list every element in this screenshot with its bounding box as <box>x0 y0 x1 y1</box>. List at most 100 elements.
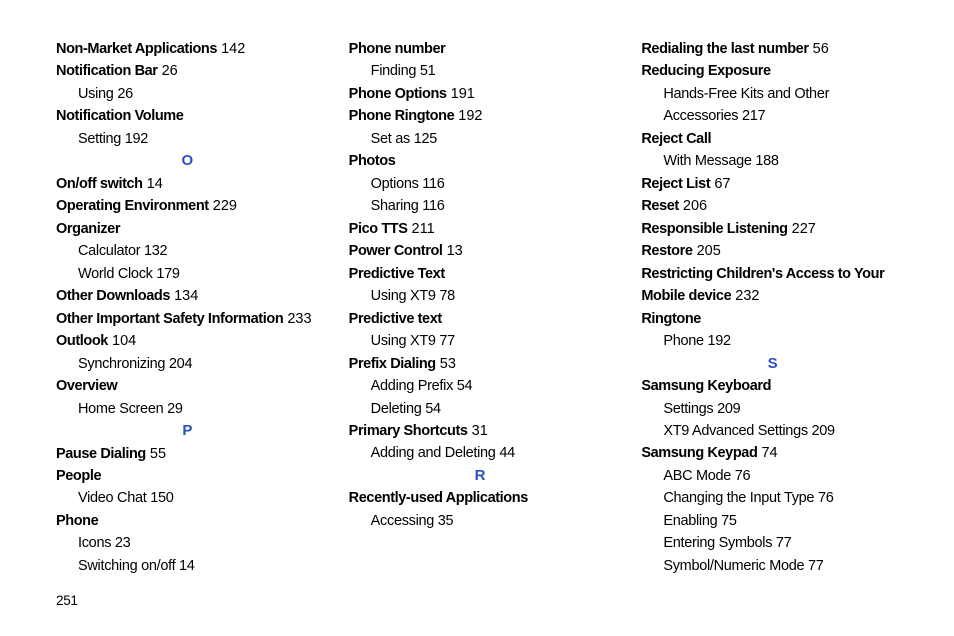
index-topic-label: Non-Market Applications <box>56 41 217 57</box>
index-subtopic[interactable]: Changing the Input Type 76 <box>641 487 904 509</box>
index-topic[interactable]: Restricting Children's Access to Your Mo… <box>641 263 904 308</box>
index-topic[interactable]: Outlook 104 <box>56 330 319 352</box>
index-subtopic[interactable]: Options 116 <box>349 173 612 195</box>
index-subtopic[interactable]: Entering Symbols 77 <box>641 532 904 554</box>
index-subtopic[interactable]: Set as 125 <box>349 128 612 150</box>
index-topic[interactable]: Pause Dialing 55 <box>56 443 319 465</box>
index-topic-label: Responsible Listening <box>641 221 787 237</box>
index-topic-label: Reset <box>641 198 679 214</box>
index-subtopic[interactable]: With Message 188 <box>641 150 904 172</box>
index-subtopic[interactable]: XT9 Advanced Settings 209 <box>641 420 904 442</box>
index-page-number: 134 <box>174 288 198 304</box>
index-page-number: 229 <box>213 198 237 214</box>
index-topic[interactable]: Samsung Keypad 74 <box>641 442 904 464</box>
index-subtopic[interactable]: Synchronizing 204 <box>56 353 319 375</box>
index-subtopic-label: Adding Prefix <box>371 378 453 394</box>
index-subtopic-label: Using <box>78 86 114 102</box>
index-subtopic[interactable]: World Clock 179 <box>56 263 319 285</box>
index-page-number: 78 <box>439 288 455 304</box>
index-topic[interactable]: Primary Shortcuts 31 <box>349 420 612 442</box>
index-subtopic[interactable]: Finding 51 <box>349 60 612 82</box>
index-topic[interactable]: Reject Call <box>641 128 904 150</box>
index-page-number: 77 <box>776 535 792 551</box>
index-topic-label: Notification Bar <box>56 63 158 79</box>
index-topic[interactable]: Other Important Safety Information 233 <box>56 308 319 330</box>
index-subtopic[interactable]: Phone 192 <box>641 330 904 352</box>
index-topic[interactable]: Phone number <box>349 38 612 60</box>
index-topic[interactable]: Overview <box>56 375 319 397</box>
index-topic[interactable]: Phone <box>56 510 319 532</box>
index-page-number: 211 <box>412 221 435 237</box>
index-topic[interactable]: Predictive text <box>349 308 612 330</box>
index-subtopic[interactable]: Symbol/Numeric Mode 77 <box>641 555 904 577</box>
index-topic[interactable]: Power Control 13 <box>349 240 612 262</box>
index-subtopic-label: Entering Symbols <box>663 535 772 551</box>
index-subtopic[interactable]: Using XT9 77 <box>349 330 612 352</box>
index-subtopic[interactable]: Settings 209 <box>641 398 904 420</box>
index-subtopic[interactable]: Calculator 132 <box>56 240 319 262</box>
index-page-number: 191 <box>451 86 475 102</box>
index-page-number: 53 <box>440 356 456 372</box>
index-subtopic[interactable]: Setting 192 <box>56 128 319 150</box>
index-page-number: 125 <box>414 131 437 147</box>
index-subtopic[interactable]: Using 26 <box>56 83 319 105</box>
index-subtopic[interactable]: Deleting 54 <box>349 398 612 420</box>
index-subtopic[interactable]: Adding Prefix 54 <box>349 375 612 397</box>
index-subtopic[interactable]: Home Screen 29 <box>56 398 319 420</box>
index-page-number: 192 <box>125 131 148 147</box>
index-topic[interactable]: Pico TTS 211 <box>349 218 612 240</box>
index-page-number: 205 <box>697 243 721 259</box>
index-subtopic[interactable]: Using XT9 78 <box>349 285 612 307</box>
index-topic[interactable]: Phone Options 191 <box>349 83 612 105</box>
index-topic[interactable]: Reject List 67 <box>641 173 904 195</box>
index-subtopic[interactable]: Accessing 35 <box>349 510 612 532</box>
index-subtopic-label: With Message <box>663 153 751 169</box>
index-page-number: 75 <box>721 513 737 529</box>
index-subtopic-label: Phone <box>663 333 703 349</box>
index-subtopic[interactable]: Icons 23 <box>56 532 319 554</box>
index-topic[interactable]: Redialing the last number 56 <box>641 38 904 60</box>
index-subtopic[interactable]: Enabling 75 <box>641 510 904 532</box>
index-page-number: 188 <box>755 153 778 169</box>
index-topic[interactable]: Notification Volume <box>56 105 319 127</box>
index-subtopic[interactable]: Video Chat 150 <box>56 487 319 509</box>
index-subtopic-label: Sharing <box>371 198 419 214</box>
index-page-number: 54 <box>457 378 473 394</box>
index-page-number: 116 <box>422 198 444 214</box>
index-topic[interactable]: On/off switch 14 <box>56 173 319 195</box>
index-topic[interactable]: Ringtone <box>641 308 904 330</box>
index-page-number: 44 <box>499 445 515 461</box>
index-topic[interactable]: Phone Ringtone 192 <box>349 105 612 127</box>
index-page-number: 14 <box>179 558 195 574</box>
index-topic[interactable]: Organizer <box>56 218 319 240</box>
index-letter: P <box>56 420 319 443</box>
index-topic-label: Other Downloads <box>56 288 170 304</box>
index-topic[interactable]: Notification Bar 26 <box>56 60 319 82</box>
index-topic[interactable]: Recently-used Applications <box>349 487 612 509</box>
index-subtopic[interactable]: Sharing 116 <box>349 195 612 217</box>
index-page-number: 204 <box>169 356 192 372</box>
index-topic[interactable]: Restore 205 <box>641 240 904 262</box>
index-topic[interactable]: People <box>56 465 319 487</box>
index-subtopic[interactable]: Switching on/off 14 <box>56 555 319 577</box>
index-letter: O <box>56 150 319 173</box>
index-page-number: 77 <box>808 558 824 574</box>
index-topic[interactable]: Prefix Dialing 53 <box>349 353 612 375</box>
index-topic[interactable]: Reducing Exposure <box>641 60 904 82</box>
index-page-number: 206 <box>683 198 707 214</box>
index-topic[interactable]: Reset 206 <box>641 195 904 217</box>
index-topic[interactable]: Samsung Keyboard <box>641 375 904 397</box>
index-page-number: 67 <box>714 176 730 192</box>
index-topic[interactable]: Responsible Listening 227 <box>641 218 904 240</box>
index-topic[interactable]: Non-Market Applications 142 <box>56 38 319 60</box>
index-topic[interactable]: Operating Environment 229 <box>56 195 319 217</box>
index-topic-label: Ringtone <box>641 311 701 327</box>
index-subtopic[interactable]: Adding and Deleting 44 <box>349 442 612 464</box>
index-topic-label: Reducing Exposure <box>641 63 770 79</box>
index-topic[interactable]: Predictive Text <box>349 263 612 285</box>
index-page-number: 14 <box>147 176 163 192</box>
index-topic[interactable]: Other Downloads 134 <box>56 285 319 307</box>
index-subtopic[interactable]: ABC Mode 76 <box>641 465 904 487</box>
index-subtopic[interactable]: Hands-Free Kits and Other Accessories 21… <box>641 83 904 128</box>
index-topic[interactable]: Photos <box>349 150 612 172</box>
